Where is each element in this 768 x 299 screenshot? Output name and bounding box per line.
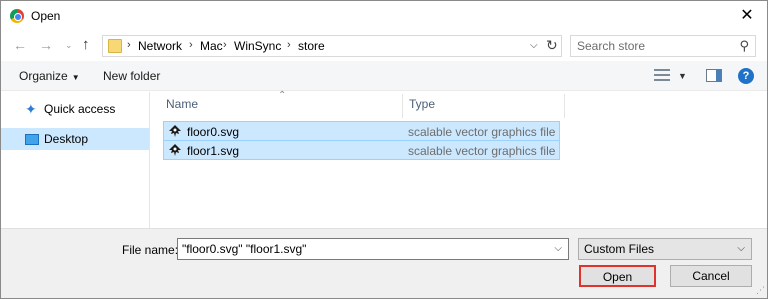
title-bar[interactable]: Open ✕ — [1, 1, 767, 31]
close-button[interactable]: ✕ — [737, 5, 757, 25]
breadcrumb-separator-icon: › — [127, 39, 131, 51]
sidebar-item-quick-access[interactable]: ✦ Quick access — [1, 98, 149, 120]
file-type-select[interactable]: Custom Files ⌵ — [578, 238, 752, 260]
sort-ascending-icon: ⌃ — [278, 90, 287, 101]
search-icon[interactable]: ⚲ — [739, 38, 749, 54]
star-icon: ✦ — [25, 101, 37, 117]
organize-caret-icon: ▼ — [71, 73, 80, 82]
file-name-dropdown-icon[interactable]: ⌵ — [554, 243, 562, 254]
address-history-chevron-icon[interactable]: ⌵ — [530, 40, 538, 51]
file-row[interactable]: floor0.svg scalable vector graphics file — [163, 121, 560, 141]
change-view-icon[interactable] — [654, 68, 670, 82]
preview-pane-icon[interactable] — [706, 69, 722, 82]
view-options-caret-icon[interactable]: ▼ — [678, 71, 687, 81]
file-row[interactable]: floor1.svg scalable vector graphics file — [163, 140, 560, 160]
desktop-icon — [25, 134, 39, 145]
file-name-label: File name: — [122, 243, 179, 257]
breadcrumb-mac[interactable]: Mac — [200, 39, 223, 53]
file-type-value: Custom Files — [584, 242, 655, 256]
address-bar[interactable]: › Network › Mac › WinSync › store ⌵ ↻ — [102, 35, 562, 57]
dialog-title: Open — [31, 9, 61, 23]
file-name: floor1.svg — [187, 144, 240, 158]
back-arrow-icon[interactable]: ← — [13, 37, 27, 53]
search-placeholder: Search store — [577, 39, 646, 53]
file-name-input[interactable]: "floor0.svg" "floor1.svg" ⌵ — [177, 238, 569, 260]
column-divider[interactable] — [402, 94, 403, 118]
resize-grip-icon[interactable]: ⋰ — [756, 285, 765, 296]
breadcrumb-store[interactable]: store — [298, 39, 325, 53]
dialog-footer: File name: "floor0.svg" "floor1.svg" ⌵ C… — [1, 228, 767, 298]
forward-arrow-icon[interactable]: → — [39, 37, 53, 53]
navigation-row: ← → ⌄ ↑ › Network › Mac › WinSync › stor… — [1, 31, 767, 61]
help-icon[interactable]: ? — [738, 68, 754, 84]
up-folder-icon[interactable]: ↑ — [82, 36, 90, 53]
file-list[interactable]: ⌃ Name Type floor0.svg scalable vector g… — [151, 90, 767, 228]
organize-label: Organize — [19, 69, 68, 83]
file-name-value: "floor0.svg" "floor1.svg" — [182, 242, 307, 256]
refresh-icon[interactable]: ↻ — [546, 37, 558, 54]
search-box[interactable]: Search store ⚲ — [570, 35, 756, 57]
file-type-dropdown-icon: ⌵ — [737, 243, 745, 254]
chrome-icon — [10, 9, 24, 23]
command-toolbar: Organize ▼ New folder ▼ ? — [1, 61, 767, 91]
file-type: scalable vector graphics file — [408, 144, 556, 158]
organize-button[interactable]: Organize ▼ — [19, 69, 80, 83]
breadcrumb-separator-icon: › — [189, 39, 193, 51]
folder-icon — [108, 39, 122, 53]
breadcrumb-winsync[interactable]: WinSync — [234, 39, 281, 53]
sidebar-item-label: Desktop — [44, 132, 89, 146]
column-divider[interactable] — [564, 94, 565, 118]
breadcrumb-separator-icon: › — [287, 39, 291, 51]
file-name: floor0.svg — [187, 125, 240, 139]
open-button[interactable]: Open — [579, 265, 656, 287]
file-type: scalable vector graphics file — [408, 125, 556, 139]
breadcrumb-separator-icon: › — [223, 39, 227, 51]
new-folder-button[interactable]: New folder — [103, 69, 160, 83]
recent-locations-chevron-icon[interactable]: ⌄ — [65, 40, 73, 51]
sidebar-item-label: Quick access — [44, 102, 116, 116]
open-file-dialog: Open ✕ ← → ⌄ ↑ › Network › Mac › WinSync… — [0, 0, 768, 299]
sidebar-item-desktop[interactable]: Desktop — [1, 128, 149, 150]
inkscape-file-icon — [168, 125, 182, 138]
inkscape-file-icon — [168, 144, 182, 157]
breadcrumb-network[interactable]: Network — [138, 39, 182, 53]
cancel-button[interactable]: Cancel — [670, 265, 752, 287]
navigation-pane[interactable]: ✦ Quick access Desktop — [1, 92, 150, 228]
